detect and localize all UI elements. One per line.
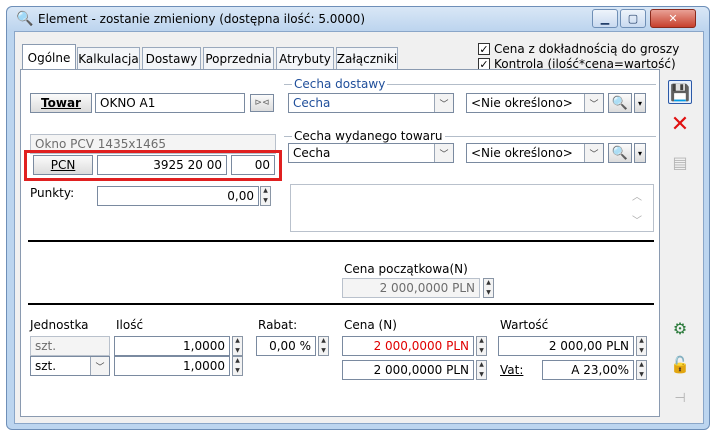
jednostka-base-field: szt. bbox=[30, 336, 110, 356]
cecha-wydanego-select[interactable]: Cecha ﹀ bbox=[288, 143, 454, 163]
cena-dokladnosc-checkbox[interactable]: ✓ bbox=[478, 43, 490, 55]
cena-poczatkowa-field: 2 000,0000 PLN bbox=[342, 278, 480, 298]
pin-icon: ⊣ bbox=[674, 390, 686, 406]
save-icon[interactable]: 💾 bbox=[668, 80, 692, 104]
jednostka-select[interactable]: szt. ﹀ bbox=[30, 356, 110, 376]
cecha-dostawy-label: Cecha dostawy bbox=[292, 77, 388, 91]
chevron-down-icon[interactable]: ﹀ bbox=[584, 94, 603, 112]
pcn-button[interactable]: PCN bbox=[33, 155, 93, 175]
rabat-field[interactable]: 0,00 % bbox=[256, 336, 316, 356]
cecha-dostawy-right-select[interactable]: <Nie określono> ﹀ bbox=[466, 93, 604, 113]
wartosc-label: Wartość bbox=[500, 318, 549, 332]
pcn-suffix-field[interactable]: 00 bbox=[231, 155, 275, 175]
tab-dostawy[interactable]: Dostawy bbox=[142, 47, 201, 69]
vat-label: Vat: bbox=[500, 363, 524, 377]
cena-poczatkowa-spinner[interactable]: ▲ ▼ bbox=[483, 278, 494, 298]
tab-ogolne[interactable]: Ogólne bbox=[22, 44, 76, 70]
tab-poprzednia[interactable]: Poprzednia bbox=[203, 47, 274, 69]
cecha-dostawy-search-button[interactable]: 🔍 bbox=[608, 93, 632, 113]
punkty-label: Punkty: bbox=[30, 186, 75, 200]
lock-icon[interactable]: 🔓 bbox=[668, 352, 692, 376]
punkty-spinner[interactable]: ▲ ▼ bbox=[260, 186, 271, 206]
separator-line bbox=[28, 303, 654, 305]
ilosc-field-2[interactable]: 1,0000 bbox=[114, 356, 230, 376]
gear-icon[interactable]: ⚙ bbox=[668, 316, 692, 340]
cecha-wydanego-dropdown-button[interactable]: ▾ bbox=[634, 143, 646, 163]
tab-kalkulacja[interactable]: Kalkulacja bbox=[77, 47, 140, 69]
cena-poczatkowa-label: Cena początkowa(N) bbox=[344, 262, 468, 276]
towar-code-field[interactable]: OKNO A1 bbox=[95, 93, 245, 113]
cecha-wydanego-search-button[interactable]: 🔍 bbox=[608, 143, 632, 163]
cecha-dostawy-dropdown-button[interactable]: ▾ bbox=[634, 93, 646, 113]
ilosc-spinner-2[interactable]: ▲ ▼ bbox=[232, 356, 243, 376]
separator-line bbox=[28, 240, 654, 242]
cena-field-1[interactable]: 2 000,0000 PLN bbox=[342, 336, 474, 356]
cecha-wydanego-label: Cecha wydanego towaru bbox=[292, 129, 445, 143]
notes-scroll-up-icon[interactable]: ︿ bbox=[632, 188, 642, 203]
cecha-dostawy-select[interactable]: Cecha ﹀ bbox=[288, 93, 454, 113]
cena-dokladnosc-label: Cena z dokładnością do groszy bbox=[494, 42, 680, 56]
jednostka-label: Jednostka bbox=[30, 318, 89, 332]
wartosc-spinner[interactable]: ▲ ▼ bbox=[636, 336, 647, 356]
chevron-down-icon[interactable]: ﹀ bbox=[584, 144, 603, 162]
cecha-wydanego-right-select[interactable]: <Nie określono> ﹀ bbox=[466, 143, 604, 163]
cena-field-2[interactable]: 2 000,0000 PLN bbox=[342, 360, 474, 380]
towar-button[interactable]: Towar bbox=[30, 93, 92, 113]
cena-spinner-2[interactable]: ▲ ▼ bbox=[476, 360, 487, 380]
ilosc-field-1[interactable]: 1,0000 bbox=[114, 336, 230, 356]
tab-atrybuty[interactable]: Atrybuty bbox=[276, 47, 334, 69]
punkty-field[interactable]: 0,00 bbox=[97, 186, 259, 206]
cena-spinner-1[interactable]: ▲ ▼ bbox=[476, 336, 487, 356]
print-icon: ▤ bbox=[672, 152, 688, 172]
towar-lookup-button[interactable]: ⊳⊲ bbox=[250, 94, 274, 112]
wartosc-field[interactable]: 2 000,00 PLN bbox=[498, 336, 634, 356]
maximize-button[interactable]: ▢ bbox=[620, 9, 646, 28]
notes-textarea[interactable] bbox=[290, 184, 654, 232]
ilosc-label: Ilość bbox=[116, 318, 144, 332]
rabat-label: Rabat: bbox=[258, 318, 298, 332]
notes-scroll-down-icon[interactable]: ﹀ bbox=[632, 212, 642, 227]
ilosc-spinner-1[interactable]: ▲ ▼ bbox=[232, 336, 243, 356]
chevron-down-icon[interactable]: ﹀ bbox=[434, 144, 453, 162]
chevron-down-icon[interactable]: ﹀ bbox=[90, 357, 109, 375]
vat-field[interactable]: A 23,00% bbox=[542, 360, 634, 380]
chevron-down-icon[interactable]: ﹀ bbox=[434, 94, 453, 112]
pcn-code-field[interactable]: 3925 20 00 bbox=[97, 155, 227, 175]
tab-zalaczniki[interactable]: Załączniki bbox=[336, 47, 398, 69]
window-title: Element - zostanie zmieniony (dostępna i… bbox=[38, 12, 365, 26]
close-button[interactable]: ✕ bbox=[650, 9, 696, 28]
vat-spinner[interactable]: ▲ ▼ bbox=[636, 360, 647, 380]
minimize-button[interactable]: ▁ bbox=[592, 9, 618, 28]
rabat-spinner[interactable]: ▲ ▼ bbox=[318, 336, 329, 356]
window-app-icon: 🔍 bbox=[16, 11, 34, 27]
cancel-icon[interactable]: ✕ bbox=[668, 112, 692, 137]
cena-label: Cena (N) bbox=[344, 318, 397, 332]
